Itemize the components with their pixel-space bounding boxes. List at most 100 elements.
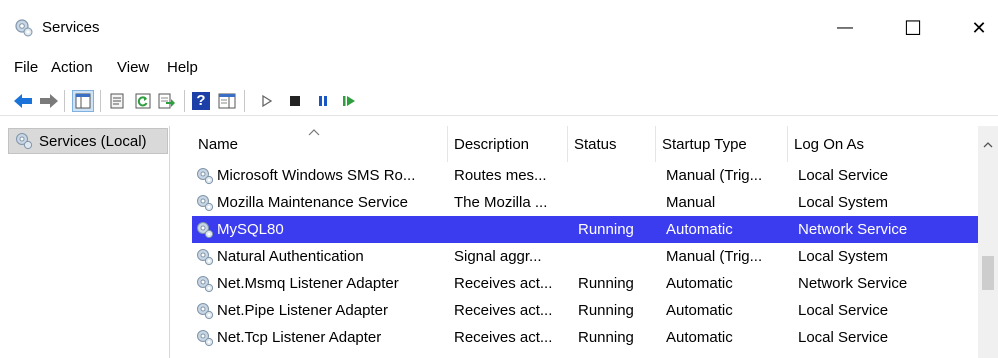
cell-status-text: Running xyxy=(578,275,634,292)
services-gear-icon xyxy=(14,18,34,38)
restart-service-icon xyxy=(343,96,355,106)
show-hide-console-tree-icon xyxy=(75,93,91,109)
forward-icon xyxy=(40,94,58,108)
menu-action[interactable]: Action xyxy=(51,59,93,76)
cell-status: Running xyxy=(578,270,654,297)
sort-ascending-icon xyxy=(308,129,320,136)
column-header-name[interactable]: Name xyxy=(192,126,448,162)
refresh-button[interactable] xyxy=(132,90,154,112)
cell-name: Natural Authentication xyxy=(196,243,446,270)
cell-log-on-as-text: Network Service xyxy=(798,221,908,238)
cell-startup-type-text: Automatic xyxy=(666,221,733,238)
cell-startup-type-text: Manual xyxy=(666,194,716,211)
toolbar: ? xyxy=(0,84,998,116)
cell-name: MySQL80 xyxy=(196,216,446,243)
pause-service-button[interactable] xyxy=(312,90,334,112)
cell-log-on-as-text: Local System xyxy=(798,248,889,265)
export-list-icon xyxy=(158,93,175,109)
cell-name: Net.Pipe Listener Adapter xyxy=(196,297,446,324)
pause-service-icon xyxy=(319,96,327,106)
menu-bar: File Action View Help xyxy=(0,52,998,82)
cell-name-text: Microsoft Windows SMS Ro... xyxy=(217,167,416,184)
cell-startup-type: Automatic xyxy=(666,324,786,351)
close-button[interactable]: ✕ xyxy=(956,8,998,48)
services-gear-icon xyxy=(16,133,33,150)
cell-status xyxy=(578,243,654,270)
cell-log-on-as-text: Local Service xyxy=(798,167,889,184)
cell-name-text: Mozilla Maintenance Service xyxy=(217,194,408,211)
service-row[interactable]: Net.Tcp Listener Adapter Receives act... R… xyxy=(192,324,978,351)
service-row[interactable]: Net.Pipe Listener Adapter Receives act...… xyxy=(192,297,978,324)
maximize-button[interactable]: ☐ xyxy=(890,8,936,48)
show-hide-console-tree-button[interactable] xyxy=(72,90,94,112)
cell-log-on-as-text: Local Service xyxy=(798,329,889,346)
help-button[interactable]: ? xyxy=(190,90,212,112)
column-header-status[interactable]: Status xyxy=(568,126,656,162)
menu-help[interactable]: Help xyxy=(167,59,198,76)
cell-log-on-as-text: Network Service xyxy=(798,275,908,292)
service-row[interactable]: Net.Msmq Listener Adapter Receives act...… xyxy=(192,270,978,297)
cell-status xyxy=(578,189,654,216)
cell-description-text: Receives act... xyxy=(454,329,553,346)
export-list-button[interactable] xyxy=(156,90,178,112)
cell-startup-type-text: Manual (Trig... xyxy=(666,167,763,184)
properties-button[interactable] xyxy=(106,90,128,112)
scroll-up-button[interactable] xyxy=(978,134,998,154)
show-hide-action-pane-icon xyxy=(218,93,236,109)
column-header-startup-type[interactable]: Startup Type xyxy=(656,126,788,162)
service-gear-icon xyxy=(196,221,214,239)
cell-description: Routes mes... xyxy=(454,162,566,189)
menu-view[interactable]: View xyxy=(117,59,149,76)
cell-description: Receives act... xyxy=(454,297,566,324)
cell-description: The Mozilla ... xyxy=(454,189,566,216)
back-button[interactable] xyxy=(12,90,34,112)
scroll-thumb[interactable] xyxy=(982,256,994,290)
show-hide-action-pane-button[interactable] xyxy=(216,90,238,112)
refresh-icon xyxy=(135,93,151,109)
restart-service-button[interactable] xyxy=(338,90,360,112)
service-row[interactable]: Mozilla Maintenance Service The Mozilla .… xyxy=(192,189,978,216)
services-list: Name Description Status Startup Type Log… xyxy=(192,126,998,358)
column-header-description[interactable]: Description xyxy=(448,126,568,162)
cell-name-text: MySQL80 xyxy=(217,221,284,238)
minimize-button[interactable]: — xyxy=(822,8,868,48)
tree-item-services-local[interactable]: Services (Local) xyxy=(8,128,168,154)
cell-startup-type: Automatic xyxy=(666,297,786,324)
cell-startup-type-text: Automatic xyxy=(666,275,733,292)
cell-startup-type: Manual (Trig... xyxy=(666,243,786,270)
toolbar-separator xyxy=(244,90,245,112)
service-row[interactable]: MySQL80 Running Automatic Network Service xyxy=(192,216,978,243)
cell-name-text: Net.Msmq Listener Adapter xyxy=(217,275,399,292)
cell-description-text: Routes mes... xyxy=(454,167,547,184)
cell-startup-type: Automatic xyxy=(666,216,786,243)
cell-startup-type: Automatic xyxy=(666,270,786,297)
cell-name: Mozilla Maintenance Service xyxy=(196,189,446,216)
cell-description-text: The Mozilla ... xyxy=(454,194,548,211)
column-header-label: Log On As xyxy=(794,135,865,153)
start-service-icon xyxy=(262,94,273,108)
stop-service-button[interactable] xyxy=(284,90,306,112)
column-header-label: Name xyxy=(198,135,239,153)
cell-description xyxy=(454,216,566,243)
cell-name-text: Natural Authentication xyxy=(217,248,364,265)
cell-log-on-as-text: Local System xyxy=(798,194,889,211)
start-service-button[interactable] xyxy=(256,90,278,112)
vertical-scrollbar[interactable] xyxy=(978,126,998,358)
service-row[interactable]: Microsoft Windows SMS Ro... Routes mes...… xyxy=(192,162,978,189)
cell-name: Net.Msmq Listener Adapter xyxy=(196,270,446,297)
cell-startup-type-text: Automatic xyxy=(666,329,733,346)
cell-description-text: Receives act... xyxy=(454,302,553,319)
column-header-log-on-as[interactable]: Log On As xyxy=(788,126,978,162)
cell-startup-type-text: Manual (Trig... xyxy=(666,248,763,265)
forward-button[interactable] xyxy=(38,90,60,112)
service-gear-icon xyxy=(196,275,214,293)
cell-status: Running xyxy=(578,297,654,324)
cell-description: Signal aggr... xyxy=(454,243,566,270)
cell-log-on-as: Local Service xyxy=(798,162,978,189)
cell-name-text: Net.Tcp Listener Adapter xyxy=(217,329,382,346)
cell-name: Net.Tcp Listener Adapter xyxy=(196,324,446,351)
service-row[interactable]: Natural Authentication Signal aggr... Manu… xyxy=(192,243,978,270)
menu-file[interactable]: File xyxy=(14,59,38,76)
service-gear-icon xyxy=(196,194,214,212)
column-header-row: Name Description Status Startup Type Log… xyxy=(192,126,978,162)
